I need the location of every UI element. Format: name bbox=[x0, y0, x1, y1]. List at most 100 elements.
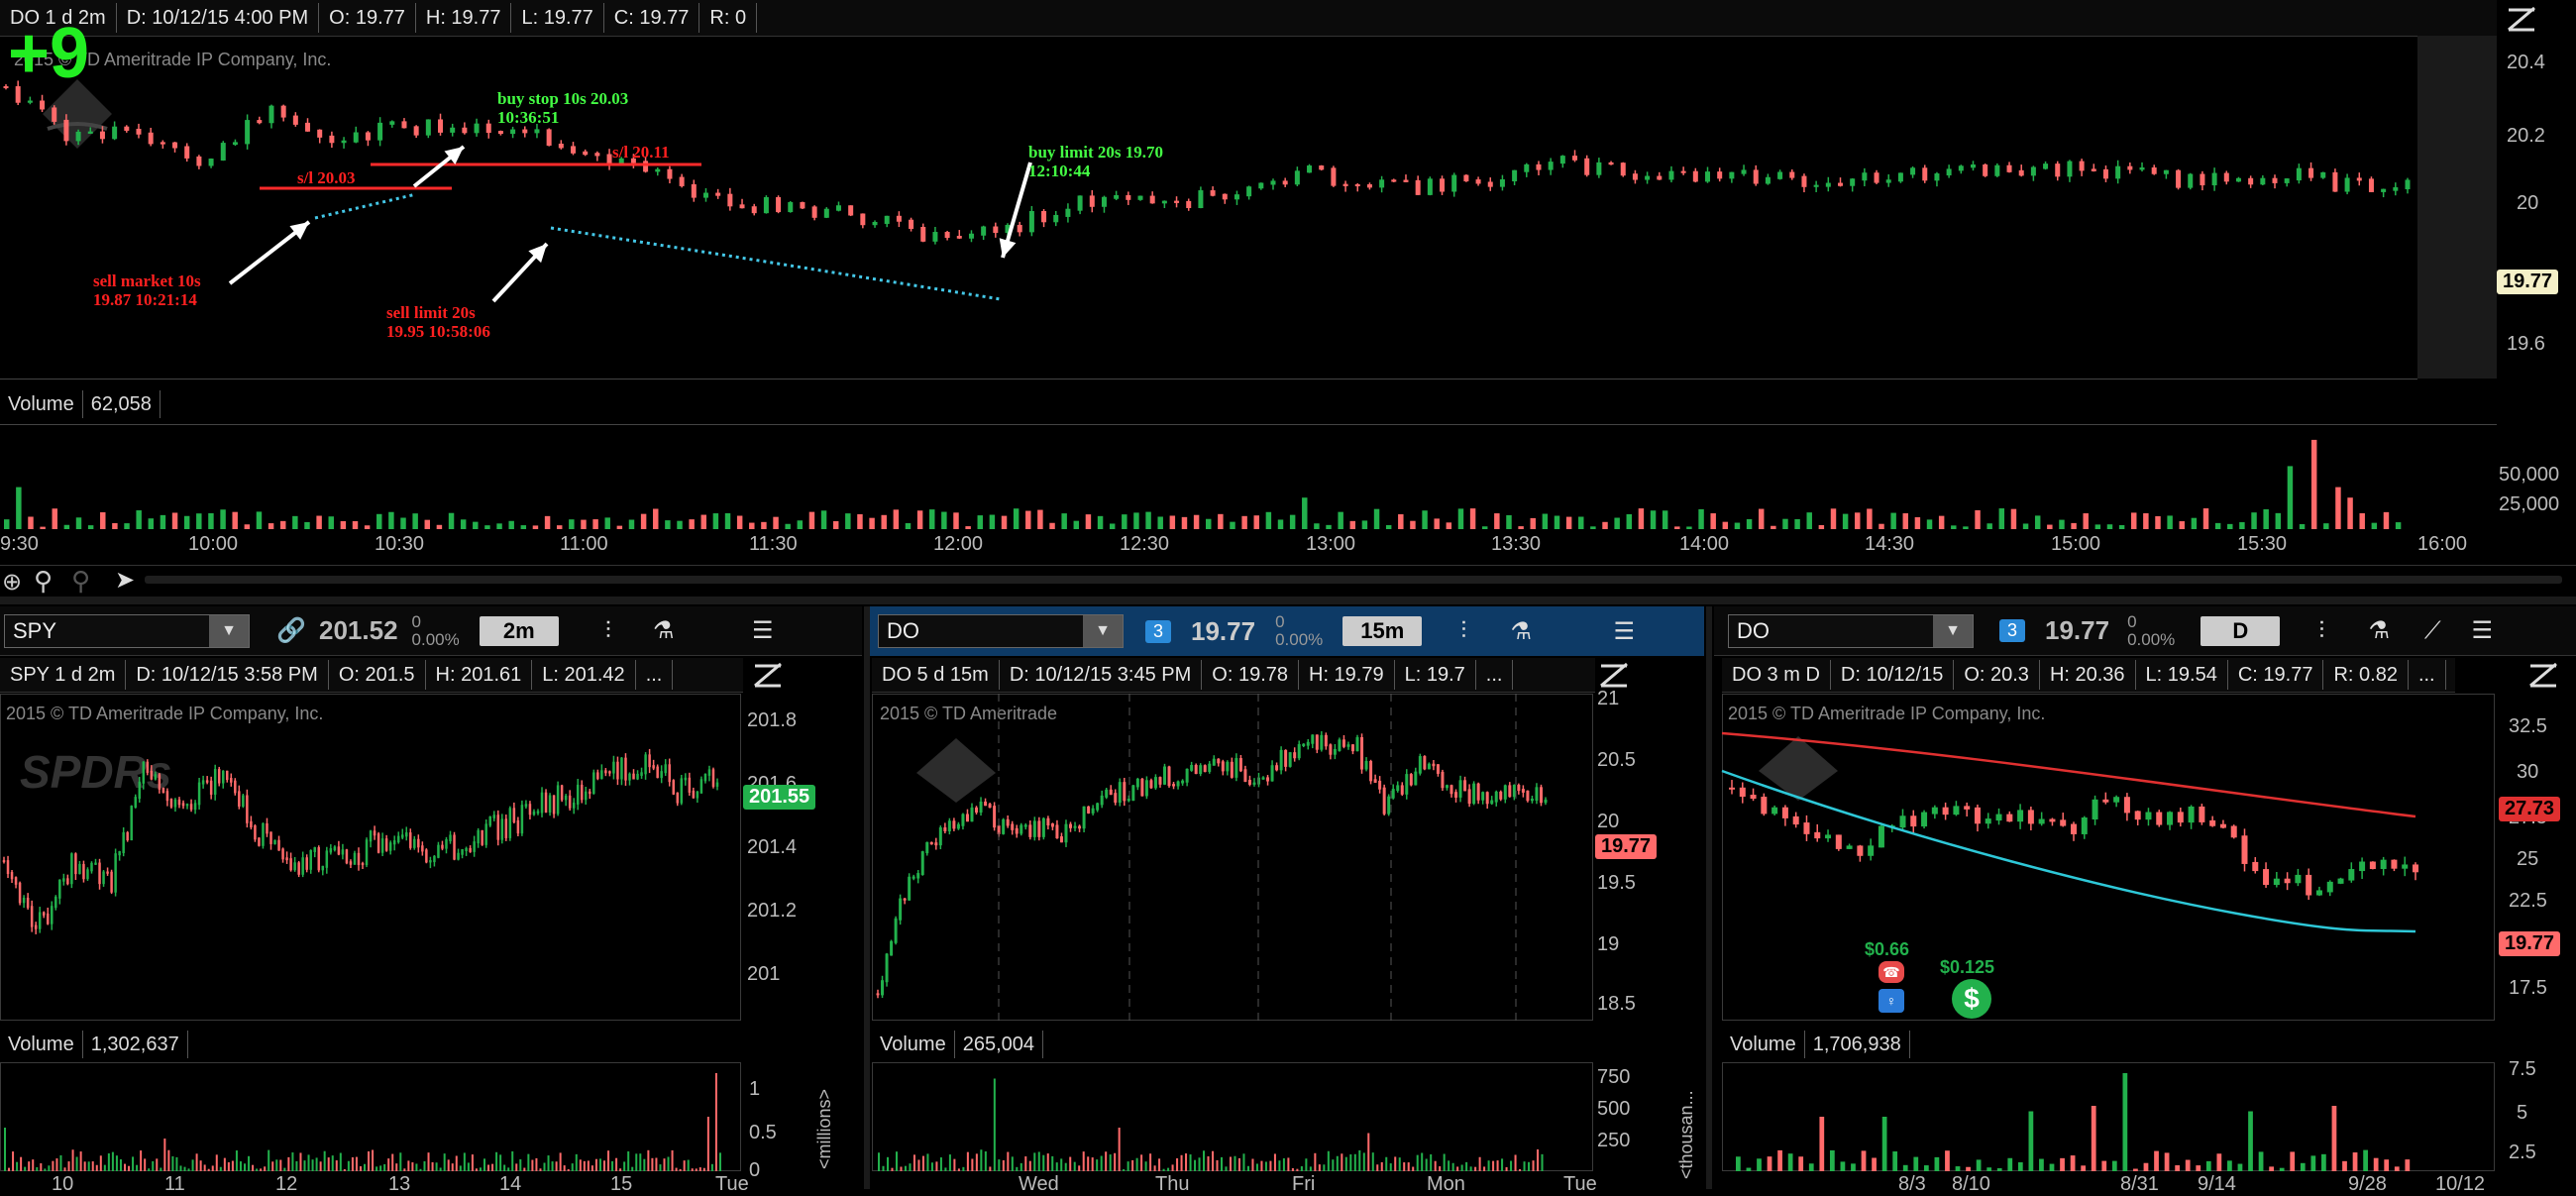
volume-bar bbox=[199, 1160, 202, 1171]
candle bbox=[90, 862, 93, 872]
chevron-down-icon[interactable]: ▼ bbox=[209, 614, 249, 647]
volume-bar bbox=[411, 1162, 414, 1171]
studies-flask-icon[interactable]: ⚗ bbox=[2357, 611, 2401, 651]
candle bbox=[462, 127, 468, 134]
candle bbox=[655, 168, 661, 172]
spy-more[interactable]: ... bbox=[636, 660, 674, 690]
do5-symbol-period[interactable]: DO 5 d 15m bbox=[872, 660, 1000, 690]
main-horizontal-scrollbar[interactable] bbox=[145, 576, 2562, 584]
do3m-link-badge[interactable]: 3 bbox=[1999, 619, 2026, 642]
candle bbox=[1069, 823, 1073, 828]
spy-timeframe-button[interactable]: 2m bbox=[479, 615, 559, 646]
candle bbox=[18, 882, 22, 904]
main-volume-axis: 25,000 bbox=[2499, 493, 2560, 515]
volume-bar bbox=[1830, 508, 1837, 529]
do3m-timeframe-button[interactable]: D bbox=[2200, 615, 2281, 646]
candle bbox=[1126, 195, 1131, 200]
candle bbox=[309, 849, 312, 870]
candle bbox=[1360, 736, 1364, 770]
volume-bar bbox=[372, 1149, 375, 1171]
chevron-down-icon[interactable]: ▼ bbox=[1083, 615, 1123, 647]
candle bbox=[2006, 164, 2012, 172]
link-icon[interactable]: 🔗 bbox=[269, 611, 313, 651]
candle bbox=[329, 848, 333, 853]
crosshair-icon[interactable]: ⊕ bbox=[2, 568, 22, 597]
spy-symbol-box[interactable]: SPY ▼ bbox=[4, 613, 250, 648]
candle bbox=[146, 761, 150, 773]
chart-settings-icon[interactable] bbox=[1597, 660, 1631, 690]
candle bbox=[2067, 161, 2073, 177]
candle bbox=[1185, 768, 1189, 783]
earnings-bulb-icon[interactable]: ♀ bbox=[1878, 989, 1904, 1013]
volume-bar bbox=[111, 1151, 114, 1171]
candle-style-icon[interactable]: ⫶ bbox=[2300, 611, 2343, 651]
do3m-symbol-box[interactable]: DO ▼ bbox=[1728, 613, 1974, 648]
chart-settings-icon[interactable] bbox=[2526, 660, 2560, 690]
candle-style-icon[interactable]: ⫶ bbox=[587, 611, 630, 651]
candle-style-icon[interactable]: ⫶ bbox=[1442, 611, 1485, 651]
candle bbox=[1354, 183, 1360, 187]
time-tick-label: 15 bbox=[610, 1173, 633, 1195]
candle bbox=[98, 862, 101, 885]
volume-bar bbox=[499, 1154, 502, 1171]
candle bbox=[124, 126, 130, 131]
chevron-down-icon[interactable]: ▼ bbox=[1933, 614, 1973, 647]
volume-bar bbox=[921, 1155, 924, 1171]
do3m-more[interactable]: ... bbox=[2409, 660, 2446, 690]
do5-symbol-box[interactable]: DO ▼ bbox=[878, 614, 1124, 648]
dividend-dollar-icon[interactable]: $ bbox=[1952, 979, 1991, 1019]
chart-settings-icon[interactable] bbox=[2505, 4, 2538, 34]
volume-bar bbox=[1037, 509, 1043, 529]
do5-timeframe-button[interactable]: 15m bbox=[1342, 616, 1423, 646]
volume-bar bbox=[1046, 1153, 1049, 1171]
phone-event-icon[interactable]: ☎ bbox=[1878, 961, 1904, 983]
volume-bar bbox=[1158, 1158, 1161, 1171]
volume-bar bbox=[1016, 1166, 1019, 1171]
volume-bar bbox=[2310, 439, 2317, 529]
candle bbox=[1396, 785, 1400, 792]
candle bbox=[1910, 815, 1917, 827]
volume-bar bbox=[387, 1158, 390, 1171]
pane-divider[interactable] bbox=[0, 597, 2576, 604]
menu-icon[interactable]: ☰ bbox=[741, 611, 785, 651]
main-last-price-tag: 19.77 bbox=[2497, 270, 2559, 294]
candle bbox=[556, 785, 560, 815]
do5-link-badge[interactable]: 3 bbox=[1145, 619, 1172, 643]
studies-flask-icon[interactable]: ⚗ bbox=[1499, 611, 1543, 651]
volume-bar bbox=[1446, 522, 1452, 529]
do3m-symbol-period[interactable]: DO 3 m D bbox=[1722, 660, 1831, 690]
volume-bar bbox=[1302, 497, 1308, 529]
candle bbox=[2252, 861, 2259, 872]
candle bbox=[1234, 194, 1239, 200]
volume-bar bbox=[2237, 1163, 2243, 1171]
volume-bar bbox=[87, 1161, 90, 1171]
do5-more[interactable]: ... bbox=[1476, 660, 1514, 690]
volume-bar bbox=[431, 1161, 434, 1171]
pointer-icon[interactable]: ➤ bbox=[115, 566, 135, 595]
volume-bar bbox=[1344, 1156, 1347, 1171]
spy-symbol-period[interactable]: SPY 1 d 2m bbox=[0, 660, 127, 690]
volume-bar bbox=[712, 513, 719, 529]
volume-bar bbox=[1037, 1151, 1040, 1171]
time-tick-label: Tue bbox=[715, 1173, 749, 1195]
candle bbox=[421, 845, 424, 852]
zoom-in-icon[interactable]: ⚲ bbox=[34, 566, 53, 597]
volume-bar bbox=[455, 1155, 458, 1171]
candle bbox=[1270, 765, 1274, 782]
volume-bar bbox=[28, 1161, 31, 1171]
time-tick-label: 12:30 bbox=[1120, 533, 1170, 555]
zoom-out-icon[interactable]: ⚲ bbox=[71, 566, 90, 597]
candle bbox=[317, 847, 321, 871]
volume-bar bbox=[59, 1154, 62, 1171]
menu-icon[interactable]: ☰ bbox=[1602, 611, 1646, 651]
chart-settings-icon[interactable] bbox=[751, 660, 785, 690]
candle bbox=[524, 804, 528, 808]
volume-bar bbox=[140, 1150, 143, 1171]
candle bbox=[1077, 195, 1083, 211]
candle bbox=[988, 804, 992, 809]
candle bbox=[161, 787, 165, 794]
volume-bar bbox=[491, 1163, 494, 1171]
menu-icon[interactable]: ☰ bbox=[2460, 611, 2504, 651]
studies-flask-icon[interactable]: ⚗ bbox=[642, 611, 686, 651]
drawing-tools-icon[interactable]: ⟋ bbox=[2411, 611, 2454, 651]
